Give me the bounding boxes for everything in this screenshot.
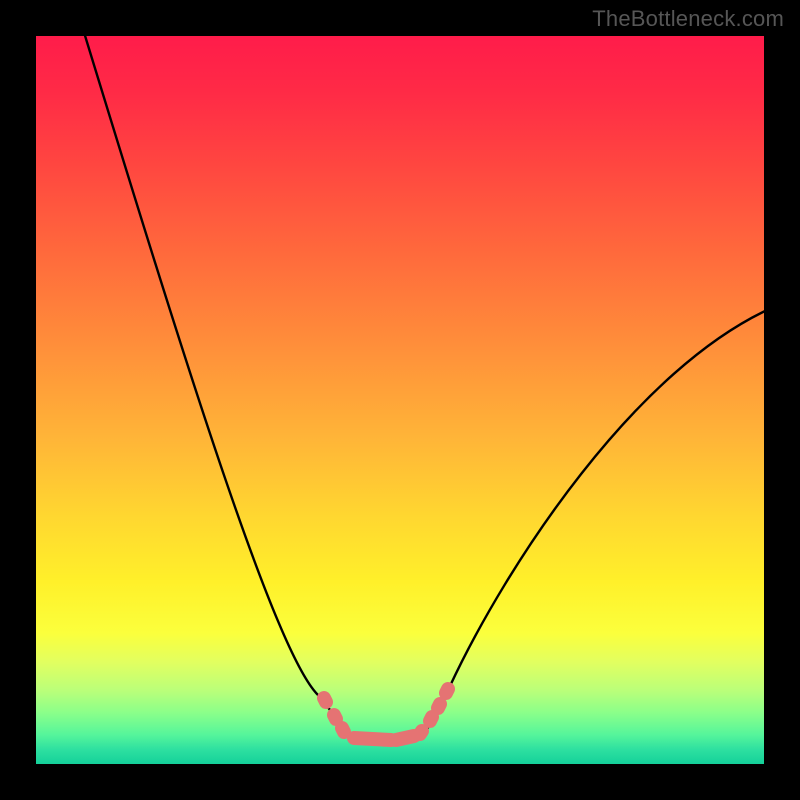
dot-2 (334, 715, 336, 719)
chart-svg (36, 36, 764, 764)
dot-8 (438, 704, 440, 708)
dot-1 (324, 698, 326, 702)
dot-5 (396, 736, 414, 740)
overlay-dots (324, 689, 448, 740)
chart-frame: TheBottleneck.com (0, 0, 800, 800)
dot-9 (446, 689, 448, 693)
main-curve (79, 36, 764, 741)
watermark-text: TheBottleneck.com (592, 6, 784, 32)
dot-3 (342, 728, 344, 732)
dot-7 (430, 717, 432, 721)
dot-6 (420, 731, 422, 734)
plot-area (36, 36, 764, 764)
dot-4 (354, 738, 391, 740)
